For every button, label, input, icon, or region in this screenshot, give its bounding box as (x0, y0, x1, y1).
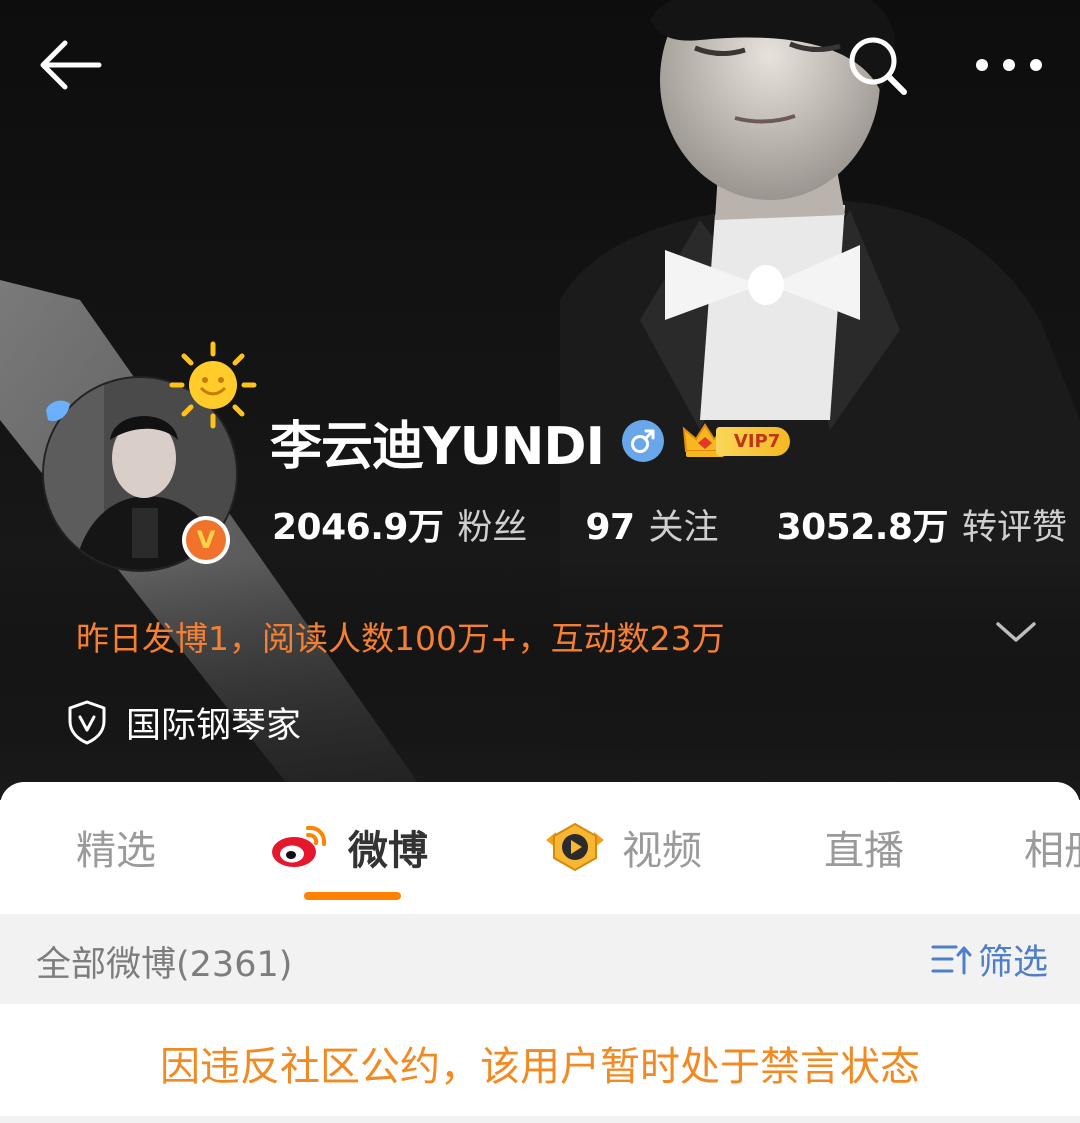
tab-weibo[interactable]: 微博 (270, 812, 428, 882)
active-tab-indicator (304, 892, 401, 900)
verified-v-icon: V (186, 520, 226, 560)
top-bar (0, 0, 1080, 130)
ban-notice: 因违反社区公约，该用户暂时处于禁言状态 (0, 1004, 1080, 1116)
certification-row: 国际钢琴家 (66, 694, 301, 750)
tab-label: 直播 (824, 828, 904, 874)
feed-header: 全部微博(2361) 筛选 (0, 914, 1080, 1004)
bottom-divider (0, 1116, 1080, 1123)
weibo-logo-icon (272, 825, 327, 867)
filter-label: 筛选 (978, 942, 1049, 983)
chevron-down-icon[interactable] (990, 612, 1042, 652)
profile-cover: V 李云迪YUNDI VIP7 2046.9万 粉丝 97 关注 3052.8万… (0, 0, 1080, 800)
ban-notice-text: 因违反社区公约，该用户暂时处于禁言状态 (160, 1044, 920, 1090)
stat-following[interactable]: 97 关注 (585, 499, 718, 550)
more-dots-icon (976, 59, 1042, 71)
video-play-icon (546, 822, 604, 872)
stat-value: 3052.8万 (776, 507, 949, 548)
tab-album[interactable]: 相册 (1024, 812, 1080, 882)
more-button[interactable] (968, 34, 1050, 96)
tab-label: 微博 (348, 828, 428, 874)
stat-interactions[interactable]: 3052.8万 转评赞 (777, 498, 1067, 550)
stat-label: 关注 (648, 507, 719, 548)
tab-label: 相册 (1024, 828, 1080, 874)
back-button[interactable] (30, 30, 110, 100)
daily-summary[interactable]: 昨日发博1，阅读人数100万+，互动数23万 (76, 604, 1036, 668)
tab-label: 视频 (622, 828, 702, 874)
weibo-profile-page: V 李云迪YUNDI VIP7 2046.9万 粉丝 97 关注 3052.8万… (0, 0, 1080, 1123)
vip-level-label: VIP7 (715, 426, 791, 456)
verified-v-badge: V (182, 516, 230, 564)
stat-fans[interactable]: 2046.9万 粉丝 (272, 498, 527, 550)
search-button[interactable] (838, 28, 918, 104)
tab-video[interactable]: 视频 (544, 812, 702, 882)
search-icon (849, 37, 907, 95)
tab-featured[interactable]: 精选 (76, 812, 156, 882)
vip-badge[interactable]: VIP7 (682, 421, 791, 461)
stat-value: 2046.9万 (272, 507, 444, 548)
profile-name: 李云迪YUNDI (270, 416, 605, 477)
sun-pendant-icon (169, 341, 257, 429)
certification-text: 国际钢琴家 (126, 705, 302, 746)
filter-button[interactable]: 筛选 (930, 934, 1048, 984)
stats-row: 2046.9万 粉丝 97 关注 3052.8万 转评赞 (272, 496, 1067, 552)
water-drop-icon (46, 400, 70, 422)
profile-tabs: 精选 微博 视频 直播 相 (0, 782, 1080, 914)
name-row: 李云迪YUNDI VIP7 (270, 408, 791, 477)
tab-label: 精选 (76, 828, 156, 874)
weibo-count-label: 全部微博(2361) (36, 945, 293, 985)
avatar-area[interactable]: V (42, 340, 262, 572)
back-arrow-icon (40, 40, 102, 90)
daily-summary-text: 昨日发博1，阅读人数100万+，互动数23万 (76, 619, 725, 658)
filter-icon (931, 945, 972, 975)
male-gender-icon (621, 420, 664, 462)
tab-live[interactable]: 直播 (824, 812, 904, 882)
stat-label: 转评赞 (961, 508, 1067, 548)
stat-value: 97 (585, 506, 635, 548)
stat-label: 粉丝 (457, 508, 528, 548)
shield-v-icon (68, 700, 106, 745)
